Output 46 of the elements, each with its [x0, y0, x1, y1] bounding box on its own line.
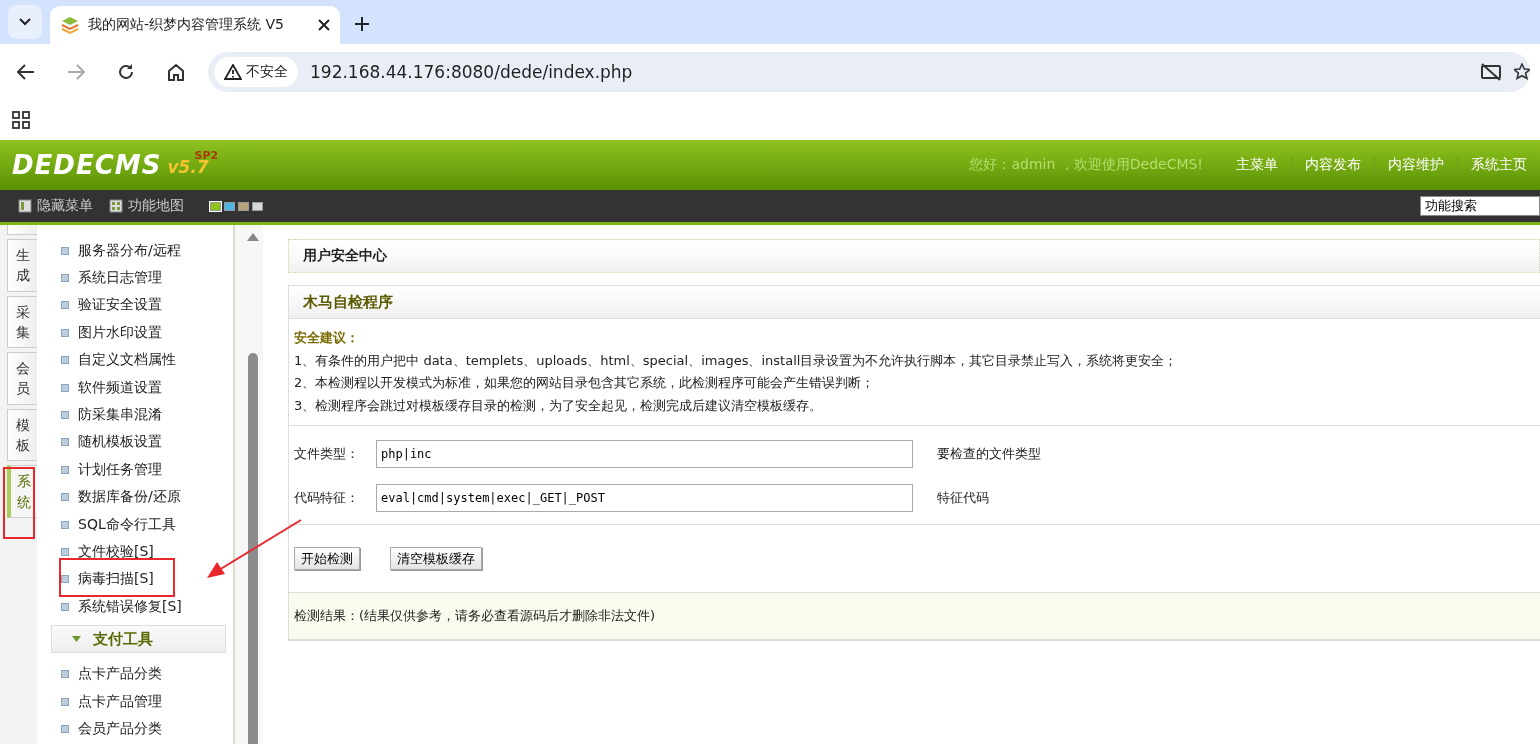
- field-hint: 要检查的文件类型: [937, 445, 1041, 463]
- menu-item[interactable]: 系统错误修复[S]: [37, 597, 182, 616]
- side-tab[interactable]: 会员: [7, 352, 37, 405]
- menu-item[interactable]: 病毒扫描[S]: [37, 570, 154, 589]
- menu-item[interactable]: 图片水印设置: [37, 323, 162, 342]
- menu-item[interactable]: 数据库备份/还原: [37, 488, 181, 507]
- browser-tab[interactable]: 我的网站-织梦内容管理系统 V5: [50, 6, 340, 44]
- menu-item[interactable]: 随机模板设置: [37, 433, 162, 452]
- menu-group-header[interactable]: 支付工具: [51, 625, 226, 654]
- search-field[interactable]: 功能搜索: [1420, 196, 1540, 216]
- action-button[interactable]: 开始检测: [294, 547, 360, 570]
- menu-item[interactable]: 自定义文档属性: [37, 351, 176, 370]
- menu-item[interactable]: 验证安全设置: [37, 296, 162, 315]
- greeting-text: 您好：admin ，欢迎使用DedeCMS!: [969, 156, 1203, 174]
- result-text: 检测结果：(结果仅供参考，请务必查看源码后才删除非法文件): [289, 593, 1540, 640]
- menu-item[interactable]: 会员产品分类: [37, 719, 162, 738]
- toolbar-link[interactable]: 功能地图: [109, 197, 184, 215]
- field-hint: 特征代码: [937, 489, 989, 507]
- url-text: 192.168.44.176:8080/dede/index.php: [310, 62, 634, 82]
- security-chip[interactable]: 不安全: [214, 57, 298, 87]
- toolbar-link[interactable]: 隐藏菜单: [18, 197, 93, 215]
- advice-text: 2、本检测程以开发模式为标准，如果您的网站目录包含其它系统，此检测程序可能会产生错误判断；: [294, 374, 876, 392]
- side-tab[interactable]: 采集: [7, 295, 37, 349]
- menu-item[interactable]: 软件频道设置: [37, 378, 162, 397]
- input-field[interactable]: eval|cmd|system|exec|_GET|_POST: [376, 484, 913, 512]
- menu-item[interactable]: 文件校验[S]: [37, 543, 154, 561]
- address-bar[interactable]: 不安全 192.168.44.176:8080/dede/index.php: [208, 52, 1530, 92]
- input-field[interactable]: php|inc: [376, 440, 913, 468]
- advice-title: 安全建议：: [294, 329, 360, 347]
- menu-item[interactable]: 点卡产品管理: [37, 692, 162, 711]
- menu-item[interactable]: SQL命令行工具: [37, 515, 176, 534]
- field-label: 文件类型：: [294, 445, 360, 463]
- side-tab[interactable]: 生成: [7, 239, 37, 292]
- menu-item[interactable]: 系统日志管理: [37, 269, 162, 288]
- advice-text: 1、有条件的用户把中 data、templets、uploads、html、special、images、install目录设置为不允许执行脚本，其它目录禁止写入，系统将更安全；: [294, 351, 1179, 370]
- page-title: 用户安全中心: [288, 239, 1540, 273]
- field-label: 代码特征：: [294, 489, 360, 507]
- side-tab[interactable]: 系统: [7, 465, 37, 518]
- menu-item[interactable]: 点卡产品分类: [37, 665, 162, 684]
- action-button[interactable]: 清空模板缓存: [390, 547, 482, 570]
- side-tab[interactable]: 模板: [7, 408, 37, 462]
- menu-item[interactable]: 计划任务管理: [37, 460, 162, 479]
- menu-item[interactable]: 防采集串混淆: [37, 406, 162, 425]
- advice-text: 3、检测程序会跳过对模板缓存目录的检测，为了安全起见，检测完成后建议清空模板缓存。: [294, 396, 824, 415]
- tab-title: 我的网站-织梦内容管理系统 V5: [88, 16, 285, 34]
- menu-item[interactable]: 服务器分布/远程: [37, 241, 181, 260]
